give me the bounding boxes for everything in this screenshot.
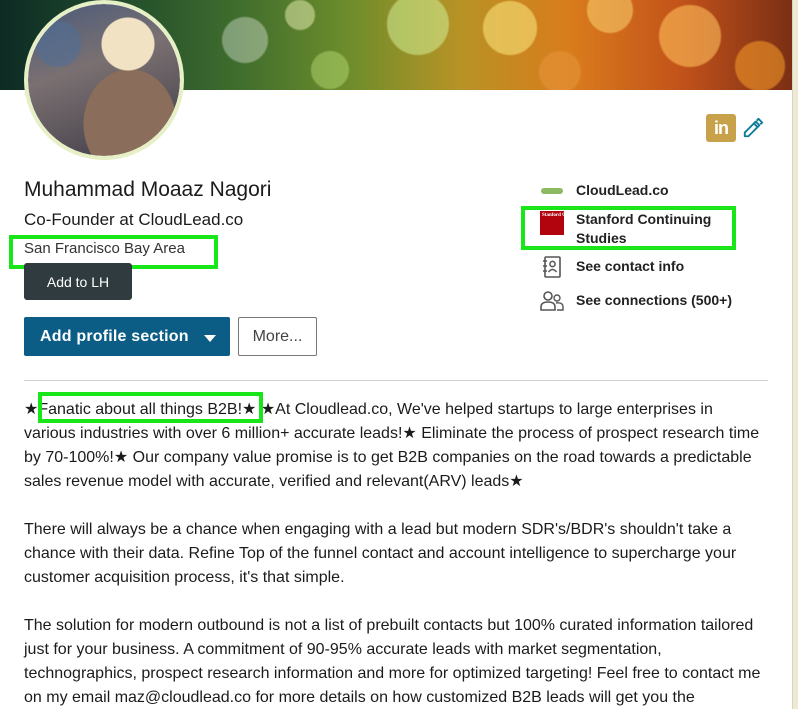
summary-paragraph-2: There will always be a chance when engag… [24, 521, 737, 586]
address-book-icon [538, 254, 566, 280]
linkedin-icon[interactable]: in [706, 114, 736, 142]
chevron-down-icon [204, 335, 216, 342]
profile-page: in Muhammad Moaaz Nagori Co-Founder at C… [0, 0, 798, 709]
school-highlight-box [521, 206, 736, 250]
pencil-icon[interactable] [742, 117, 764, 139]
sidebar-item-connections[interactable]: See connections (500+) [538, 288, 732, 314]
window-edge [792, 0, 798, 709]
add-profile-section-button[interactable]: Add profile section [24, 317, 230, 356]
profile-photo[interactable] [24, 0, 184, 160]
company-logo-icon [538, 178, 566, 204]
section-divider [24, 380, 768, 381]
more-button[interactable]: More... [238, 317, 317, 356]
header-actions: in [706, 114, 764, 142]
sidebar-item-contact-info[interactable]: See contact info [538, 254, 684, 280]
people-icon [538, 288, 566, 314]
company-label: CloudLead.co [576, 182, 669, 198]
profile-headline: Co-Founder at CloudLead.co [24, 210, 244, 229]
connections-label: See connections (500+) [576, 292, 733, 308]
profile-summary: ★Fanatic about all things B2B!★ ★At Clou… [24, 398, 768, 709]
profile-name: Muhammad Moaaz Nagori [24, 178, 272, 201]
star-glyph: ★ [24, 401, 39, 418]
add-to-lh-button[interactable]: Add to LH [24, 263, 132, 300]
avatar [28, 4, 180, 156]
contact-info-label: See contact info [576, 258, 685, 274]
summary-highlight-box [38, 392, 263, 423]
sidebar-item-company[interactable]: CloudLead.co [538, 178, 669, 204]
add-profile-section-label: Add profile section [40, 327, 189, 345]
summary-paragraph-3: The solution for modern outbound is not … [24, 617, 761, 706]
